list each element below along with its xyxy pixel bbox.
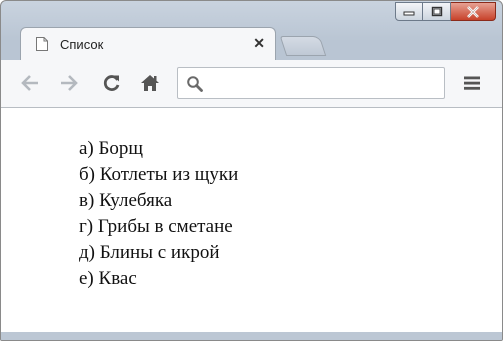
- list-item: г) Грибы в сметане: [79, 214, 238, 240]
- toolbar: [1, 60, 502, 108]
- close-window-button[interactable]: [451, 2, 496, 21]
- list-item-text: Котлеты из щуки: [99, 164, 239, 185]
- arrow-right-icon: [61, 75, 78, 91]
- page-content: а) Борщ б) Котлеты из щуки в) Кулебяка г) Г…: [1, 108, 502, 332]
- home-button[interactable]: [137, 70, 163, 96]
- address-input[interactable]: [208, 72, 442, 96]
- reload-button[interactable]: [99, 70, 125, 96]
- hamburger-icon: [464, 76, 480, 90]
- page-icon: [35, 36, 49, 57]
- search-icon: [186, 75, 204, 98]
- list-marker: в): [79, 190, 95, 211]
- list-marker: д): [79, 242, 95, 263]
- maximize-button[interactable]: [423, 2, 451, 21]
- forward-button[interactable]: [56, 70, 82, 96]
- list-item: а) Борщ: [79, 136, 238, 162]
- browser-window: Список ✕ а) Борщ б) Котлеты из щуки в) Кул…: [0, 0, 503, 341]
- list-marker: б): [79, 164, 95, 185]
- list-item-text: Квас: [98, 268, 137, 289]
- back-button[interactable]: [17, 70, 43, 96]
- window-bottom-frame: [1, 332, 502, 340]
- close-icon: [467, 5, 479, 18]
- minimize-button[interactable]: [395, 2, 423, 21]
- list-item: б) Котлеты из щуки: [79, 162, 238, 188]
- address-bar[interactable]: [177, 67, 445, 99]
- maximize-icon: [431, 6, 442, 17]
- tab-active[interactable]: Список ✕: [20, 27, 276, 61]
- list-marker: а): [79, 138, 94, 159]
- home-icon: [141, 75, 159, 91]
- list-item: в) Кулебяка: [79, 188, 238, 214]
- arrow-left-icon: [21, 75, 38, 91]
- tab-title: Список: [60, 37, 104, 52]
- window-controls: [395, 2, 496, 21]
- minimize-icon: [403, 11, 415, 15]
- list-item-text: Кулебяка: [99, 190, 173, 211]
- list-item-text: Грибы в сметане: [97, 216, 233, 237]
- list-marker: г): [79, 216, 94, 237]
- menu-list: а) Борщ б) Котлеты из щуки в) Кулебяка г) Г…: [79, 136, 238, 292]
- list-item: д) Блины с икрой: [79, 240, 238, 266]
- list-item: е) Квас: [79, 266, 238, 292]
- list-marker: е): [79, 268, 94, 289]
- menu-button[interactable]: [459, 70, 485, 96]
- new-tab-button[interactable]: [279, 36, 327, 56]
- reload-icon: [103, 75, 120, 91]
- tab-close-icon[interactable]: ✕: [253, 35, 265, 52]
- list-item-text: Блины с икрой: [99, 242, 220, 263]
- list-item-text: Борщ: [98, 138, 144, 159]
